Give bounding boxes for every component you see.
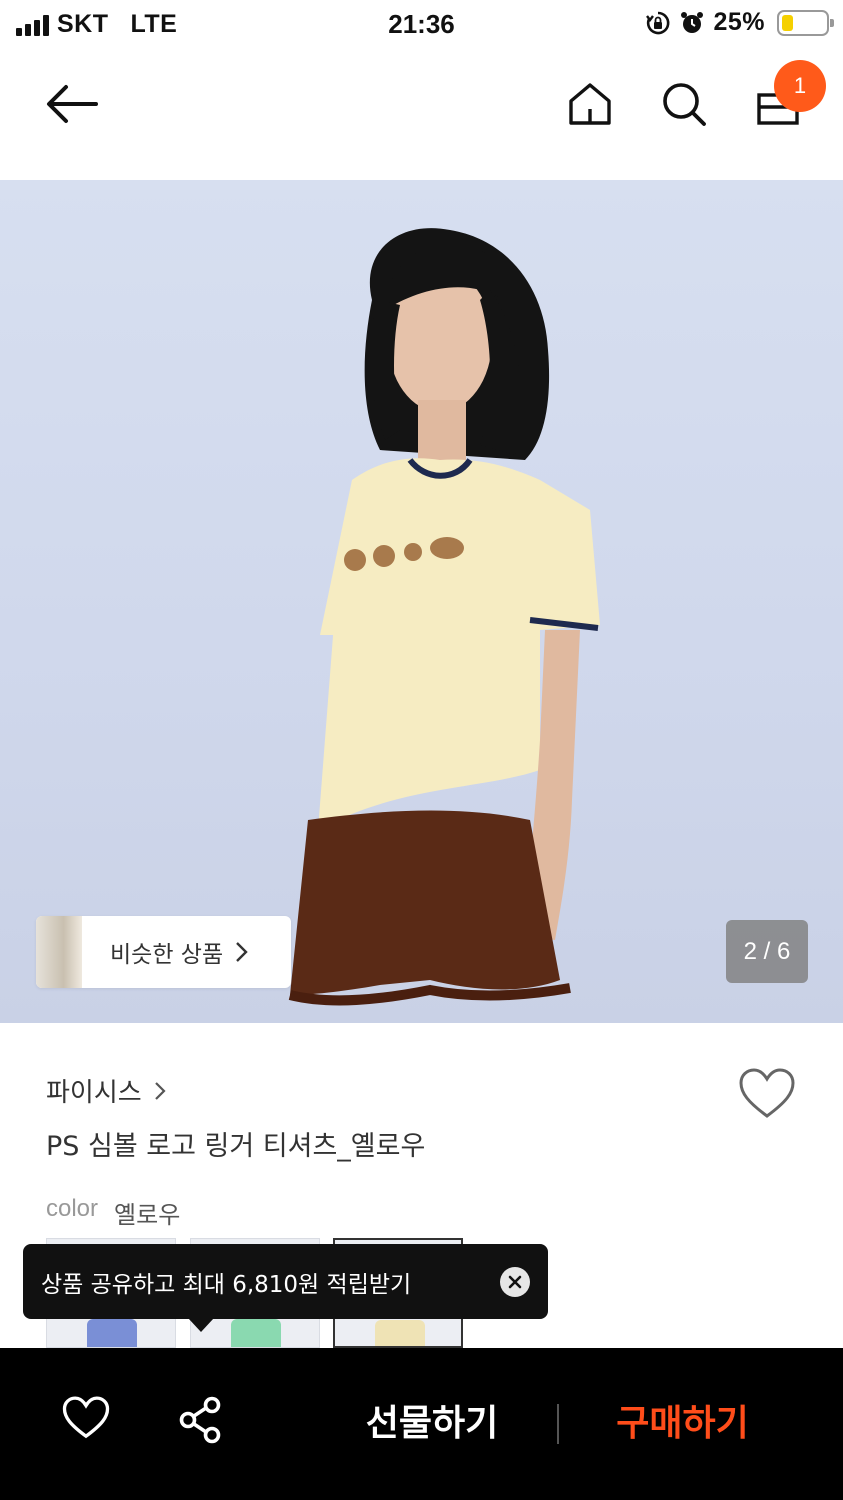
back-arrow-icon xyxy=(47,85,98,123)
chevron-right-icon xyxy=(236,942,248,962)
swatch-garment xyxy=(231,1319,281,1347)
gift-button[interactable]: 선물하기 xyxy=(352,1396,512,1452)
wishlist-button[interactable] xyxy=(738,1068,796,1124)
color-value: 옐로우 xyxy=(114,1201,181,1229)
chevron-right-icon xyxy=(154,1081,166,1100)
alarm-icon xyxy=(681,11,704,33)
bottom-wishlist-button[interactable] xyxy=(62,1396,110,1444)
swatch-garment xyxy=(375,1320,425,1346)
similar-products-label: 비슷한 상품 xyxy=(110,942,224,968)
buy-button[interactable]: 구매하기 xyxy=(600,1396,765,1452)
product-image-carousel[interactable]: 비슷한 상품 2 / 6 xyxy=(0,180,843,1023)
share-reward-tooltip: 상품 공유하고 최대 6,810원 적립받기 xyxy=(23,1244,548,1319)
product-model-image xyxy=(288,228,600,1006)
orientation-lock-icon xyxy=(646,11,670,34)
status-right: 25% xyxy=(645,8,834,37)
share-icon xyxy=(179,1396,221,1444)
image-counter: 2 / 6 xyxy=(726,920,808,983)
tooltip-text: 상품 공유하고 최대 6,810원 적립받기 xyxy=(41,1271,412,1298)
similar-product-thumbnail xyxy=(36,916,82,988)
home-icon xyxy=(569,83,611,125)
battery-icon xyxy=(777,9,834,36)
status-bar: SKT LTE 21:36 25% xyxy=(0,0,843,48)
heart-icon xyxy=(739,1068,795,1118)
cart-count-badge: 1 xyxy=(774,60,826,112)
back-button[interactable] xyxy=(40,72,104,136)
heart-icon xyxy=(62,1396,110,1439)
close-icon xyxy=(508,1275,522,1289)
product-title: PS 심볼 로고 링거 티셔츠_옐로우 xyxy=(46,1131,426,1162)
tooltip-close-button[interactable] xyxy=(500,1267,530,1297)
top-nav xyxy=(0,48,843,180)
battery-percent: 25% xyxy=(713,8,765,36)
color-label: color xyxy=(46,1195,99,1222)
bottom-action-bar: 선물하기 구매하기 xyxy=(0,1348,843,1500)
battery-fill xyxy=(782,14,793,31)
swatch-garment xyxy=(87,1319,137,1347)
bottom-divider xyxy=(557,1404,559,1444)
home-button[interactable] xyxy=(558,72,622,136)
share-button[interactable] xyxy=(178,1396,224,1448)
search-button[interactable] xyxy=(652,72,716,136)
brand-name: 파이시스 xyxy=(46,1078,142,1108)
search-icon xyxy=(663,83,706,126)
color-option-row: color 옐로우 xyxy=(46,1195,180,1230)
tooltip-arrow xyxy=(188,1318,214,1332)
similar-products-button[interactable]: 비슷한 상품 xyxy=(36,916,291,988)
brand-link[interactable]: 파이시스 xyxy=(46,1072,166,1109)
